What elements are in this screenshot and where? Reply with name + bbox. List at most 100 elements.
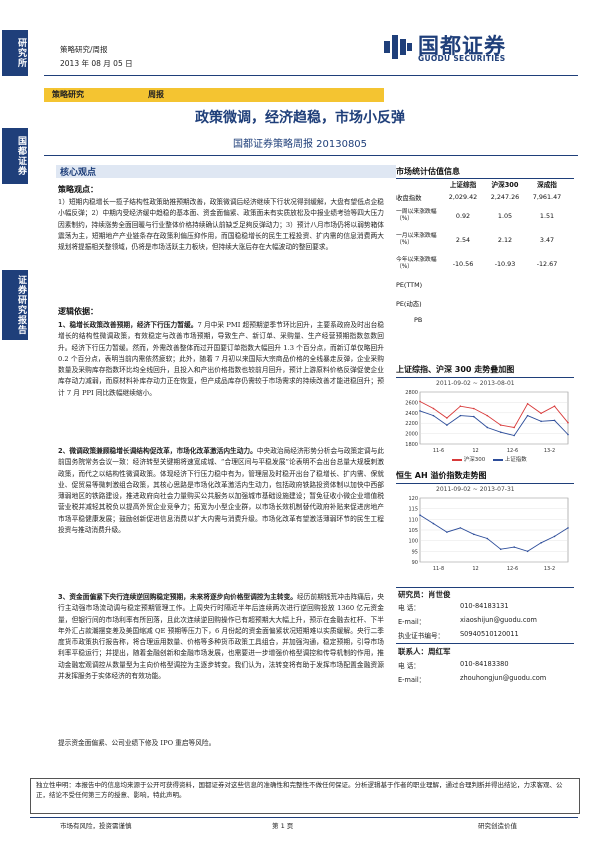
report-title: 政策微调，经济趋稳，市场小反弹 [195, 110, 405, 126]
footer-left: 市场有风险，投资需谨慎 [60, 822, 132, 830]
data-point [553, 405, 556, 407]
series-line [419, 514, 569, 552]
analyst-name: 研究员：肖世俊 [398, 590, 451, 599]
y-tick-label: 2200 [405, 421, 418, 427]
logic-point-2-head: 2、微调政策兼顾稳增长调结构促改革，市场化改革激活内生动力。 [58, 447, 257, 455]
x-tick-label: 13-2 [544, 448, 555, 454]
header-category: 策略研究/周报 [60, 45, 108, 54]
y-tick-label: 115 [408, 507, 418, 513]
data-point [499, 548, 502, 550]
table-row: 一月以来涨跌幅（%） 2.54 2.12 3.47 [396, 228, 568, 252]
data-point [567, 421, 569, 424]
logic-point-1-text: 7 月中采 PMI 超预期逆季节环比回升，主要系政府及时出台稳增长的结构性微调政… [58, 321, 385, 397]
x-tick-label: 11-6 [433, 448, 444, 454]
logic-point-1: 1、稳增长政策改善预期，经济下行压力暂缓。7 月中采 PMI 超预期逆季节环比回… [58, 320, 384, 399]
data-point [419, 410, 421, 412]
category-bar-left: 策略研究 [52, 90, 84, 99]
footer-right: 研究创造价值 [478, 822, 517, 830]
series-line [419, 401, 569, 428]
y-tick-label: 90 [412, 560, 418, 566]
core-view-label: 核心观点 [60, 168, 97, 178]
data-point [486, 414, 489, 417]
data-point [459, 405, 462, 407]
data-point [432, 407, 435, 410]
analyst-tel-key: 电 话： [398, 604, 420, 612]
legend-swatch-hs300 [452, 458, 462, 461]
side-tab-company: 国都证券 [2, 128, 28, 184]
cell: -10.93 [494, 260, 516, 268]
logic-point-2-text: 中央政治局经济形势分析会与政策定调与此前国务院常务会议一致：经济转型关键期将速宽… [58, 447, 385, 535]
analyst-tel: 010-84183131 [460, 602, 509, 610]
report-subtitle: 国都证券策略周报 20130805 [232, 139, 368, 150]
col-header-sz: 深成指 [537, 181, 557, 189]
y-tick-label: 110 [408, 517, 418, 523]
data-point [432, 414, 435, 417]
contact-email[interactable]: zhouhongjun@guodu.com [460, 674, 546, 682]
data-point [419, 514, 421, 516]
cell: -12.67 [536, 260, 558, 268]
y-tick-label: 120 [408, 496, 418, 502]
x-tick-label: 13-2 [544, 566, 555, 572]
logic-point-3-text: 经历前期钱荒冲击阵痛后，央行主动强市场流动调与稳定预期管理工作。上周央行时隔近半… [58, 593, 385, 681]
data-point [499, 431, 502, 433]
row-label: 收盘指数 [396, 193, 422, 202]
strategy-heading: 策略观点： [58, 185, 98, 194]
cell: 2,247.26 [490, 193, 520, 201]
y-tick-label: 2800 [405, 390, 418, 396]
row-label: 一周以来涨跌幅（%） [396, 209, 437, 222]
cell: 7,961.47 [532, 193, 562, 201]
data-point [513, 434, 515, 437]
company-logo-icon [384, 35, 412, 59]
strategy-paragraph: 1）短期内稳增长一揽子结构性政策助推预期改善，政策微调后经济继续下行状况得到缓解… [58, 198, 384, 252]
logic-point-3: 3、资金面偏紧下央行连续逆回购稳定预期，未来将逐步向价格型调控为主转变。经历前期… [58, 592, 384, 682]
header-date: 2013 年 08 月 05 日 [60, 59, 133, 68]
y-tick-label: 95 [412, 549, 418, 555]
analyst-cert: S0940510120011 [460, 630, 519, 638]
y-tick-label: 2000 [405, 432, 418, 438]
title-divider [44, 155, 578, 156]
x-tick-label: 12 [472, 566, 478, 572]
legend-swatch-sh [493, 458, 503, 461]
data-point [486, 426, 489, 429]
data-point [526, 414, 529, 417]
data-point [499, 424, 502, 426]
contact-tel: 010-84183380 [460, 660, 509, 668]
chart2-title: 恒生 AH 溢价指数走势图 [396, 471, 487, 480]
logic-point-1-head: 1、稳增长政策改善预期，经济下行压力暂缓。 [58, 321, 198, 329]
data-point [567, 527, 569, 529]
market-stats-title: 市场统计估值信息 [396, 167, 460, 176]
legend-hs300: 沪深300 [463, 457, 486, 463]
risk-note: 提示资金面偏紧、公司业绩下修及 IPO 重启等风险。 [58, 739, 216, 747]
category-bar-right: 周报 [148, 90, 164, 99]
x-tick-label: 11-8 [433, 566, 444, 572]
data-point [513, 426, 515, 429]
chart1-divider [396, 377, 574, 378]
data-point [513, 546, 515, 548]
logic-heading: 逻辑依据： [58, 307, 98, 316]
chart2-caption: 2011-09-02 ~ 2013-07-31 [436, 486, 515, 493]
data-point [486, 537, 489, 540]
contact-mail-key: E-mail： [398, 676, 426, 684]
x-tick-label: 12-6 [507, 566, 518, 572]
data-point [553, 535, 556, 538]
contact-tel-key: 电 话： [398, 662, 420, 670]
table-row: PB [396, 312, 568, 328]
contact-divider [396, 643, 574, 644]
table-row: PE(TTM) [396, 276, 568, 294]
cell: 3.47 [539, 236, 555, 244]
core-view-bar: 核心观点 [56, 165, 396, 178]
data-point [459, 414, 462, 417]
side-band: 研究所 国都证券 证券研究报告 [0, 0, 30, 842]
data-point [553, 419, 556, 422]
table-row: PE(动态) [396, 294, 568, 312]
data-point [432, 522, 435, 525]
analyst-email[interactable]: xiaoshijun@guodu.com [460, 616, 537, 624]
cell: 1.05 [497, 212, 513, 220]
data-point [473, 407, 475, 410]
row-label: PE(TTM) [396, 281, 423, 289]
y-tick-label: 100 [408, 539, 418, 545]
logic-point-2: 2、微调政策兼顾稳增长调结构促改革，市场化改革激活内生动力。中央政治局经济形势分… [58, 446, 384, 536]
chart1-legend: 沪深300 上证指数 [452, 455, 527, 463]
cell: 2.54 [455, 236, 471, 244]
row-label: 一月以来涨跌幅（%） [396, 233, 437, 246]
